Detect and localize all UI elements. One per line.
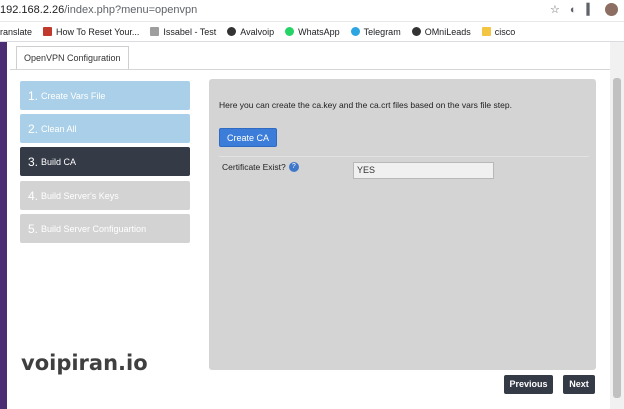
bookmark-item[interactable]: Avalvoip xyxy=(227,27,274,37)
tab-openvpn-configuration[interactable]: OpenVPN Configuration xyxy=(16,46,129,70)
watermark-text: voipiran.io xyxy=(21,351,148,375)
bookmark-item[interactable]: OMniLeads xyxy=(411,27,471,37)
step-create-vars-file[interactable]: 1. Create Vars File xyxy=(20,81,190,110)
url-path: /index.php?menu=openvpn xyxy=(64,4,198,16)
bookmark-item[interactable]: Telegram xyxy=(350,27,401,37)
folder-icon xyxy=(481,27,491,36)
step-clean-all[interactable]: 2. Clean All xyxy=(20,114,190,143)
globe-icon xyxy=(227,27,237,36)
bookmark-item[interactable]: WhatsApp xyxy=(285,27,340,37)
star-icon[interactable]: ☆ xyxy=(550,3,560,16)
page-scrollbar[interactable] xyxy=(610,42,624,409)
tab-divider xyxy=(10,69,610,70)
page-content: OpenVPN Configuration 1. Create Vars File… xyxy=(0,42,624,409)
scrollbar-thumb[interactable] xyxy=(613,78,621,398)
browser-toolbar: 192.168.2.26/index.php?menu=openvpn ☆ ◐ … xyxy=(0,0,624,22)
step-build-server-configuration: 5. Build Server Configuartion xyxy=(20,214,190,243)
globe-icon xyxy=(411,27,421,36)
browser-actions: ☆ ◐ ▍ xyxy=(550,3,618,16)
bookmark-item[interactable]: ranslate xyxy=(0,27,32,37)
extension-puzzle-icon[interactable]: ▍ xyxy=(587,3,595,16)
step-build-ca[interactable]: 3. Build CA xyxy=(20,147,190,176)
url-host: 192.168.2.26 xyxy=(0,4,65,16)
create-ca-button[interactable]: Create CA xyxy=(219,128,278,147)
bookmarks-bar: ranslate How To Reset Your... Issabel - … xyxy=(0,22,624,42)
bookmark-favicon-icon xyxy=(43,27,53,36)
whatsapp-icon xyxy=(285,27,295,36)
extension-icon[interactable]: ◐ xyxy=(570,4,577,16)
bookmark-item[interactable]: Issabel - Test xyxy=(150,27,216,37)
certificate-exist-label: Certificate Exist?? xyxy=(222,162,299,172)
bookmark-item[interactable]: cisco xyxy=(481,27,515,37)
left-edge-strip xyxy=(0,42,7,409)
issabel-icon xyxy=(150,27,160,36)
certificate-exist-field[interactable]: YES xyxy=(353,162,494,179)
step-description: Here you can create the ca.key and the c… xyxy=(219,100,512,110)
bookmark-item[interactable]: How To Reset Your... xyxy=(43,27,139,37)
step-build-server-keys: 4. Build Server's Keys xyxy=(20,181,190,210)
address-bar[interactable]: 192.168.2.26/index.php?menu=openvpn xyxy=(0,4,197,16)
previous-button[interactable]: Previous xyxy=(504,375,553,394)
build-ca-panel: Here you can create the ca.key and the c… xyxy=(209,79,596,370)
divider xyxy=(219,156,589,157)
profile-avatar[interactable] xyxy=(605,3,618,16)
help-icon[interactable]: ? xyxy=(288,162,299,172)
next-button[interactable]: Next xyxy=(563,375,595,394)
telegram-icon xyxy=(350,27,360,36)
